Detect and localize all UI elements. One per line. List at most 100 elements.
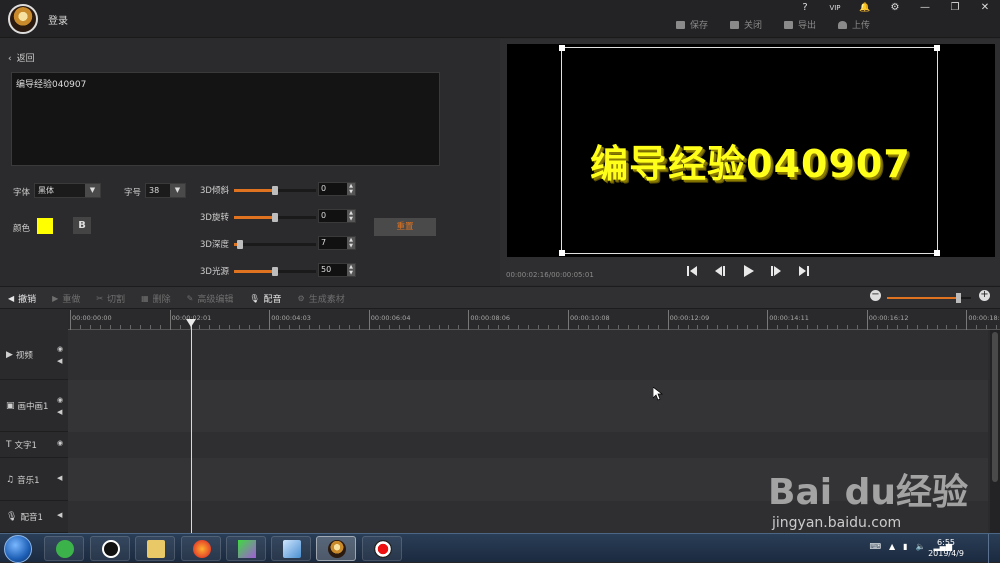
toolbar-trash-button[interactable]: ▦ 删除	[141, 292, 171, 305]
slider-track[interactable]	[234, 186, 316, 195]
track-header[interactable]: ▣ 画中画1 ◉ ◀	[0, 380, 68, 432]
export-button[interactable]: 导出	[783, 18, 816, 31]
slider-knob[interactable]	[272, 186, 278, 195]
ruler-minor-tick	[388, 325, 390, 329]
value-stepper[interactable]: 0 ▲ ▼	[318, 182, 356, 196]
close-button[interactable]: ✕	[970, 0, 1000, 16]
stepper-arrows-icon[interactable]: ▲ ▼	[347, 264, 355, 276]
zoom-slider[interactable]	[887, 293, 971, 303]
resize-handle[interactable]	[934, 45, 940, 51]
eye-icon[interactable]: ◉	[57, 439, 63, 447]
keyboard-icon[interactable]: ⌨	[869, 542, 881, 551]
toolbar-microphone-button[interactable]: 🎙 配音	[249, 292, 281, 305]
eye-icon[interactable]: ◉	[57, 345, 63, 353]
reset-button[interactable]: 重置	[374, 218, 436, 236]
track-lane[interactable]	[68, 380, 988, 432]
toolbar-redo-button[interactable]: ▶ 重做	[52, 292, 80, 305]
zoom-out-button[interactable]: −	[870, 290, 881, 301]
bell-icon[interactable]: 🔔	[850, 0, 880, 16]
color-swatch[interactable]	[37, 218, 53, 234]
taskbar-app-explorer[interactable]	[135, 536, 175, 561]
slider-knob[interactable]	[272, 213, 278, 222]
taskbar-app-360[interactable]	[44, 536, 84, 561]
timeline-scrollbar[interactable]	[990, 330, 1000, 533]
slider-track[interactable]	[234, 267, 316, 276]
toolbar-item-label: 重做	[62, 295, 81, 305]
slider-track[interactable]	[234, 213, 316, 222]
help-button[interactable]: ?	[790, 0, 820, 16]
toolbar-edit-button[interactable]: ✎ 高级编辑	[187, 292, 234, 305]
resize-handle[interactable]	[934, 250, 940, 256]
stepper-arrows-icon[interactable]: ▲ ▼	[347, 210, 355, 222]
play-icon[interactable]	[742, 265, 754, 277]
bold-button[interactable]: B	[73, 217, 91, 234]
zoom-slider-knob[interactable]	[956, 293, 962, 303]
resize-handle[interactable]	[559, 45, 565, 51]
track-header[interactable]: 🎙 配音1 ◀	[0, 501, 68, 533]
upload-button[interactable]: 上传	[837, 18, 870, 31]
skip-start-icon[interactable]	[686, 265, 698, 277]
eye-icon[interactable]: ◉	[57, 396, 63, 404]
login-button[interactable]: 登录	[48, 12, 68, 27]
taskbar-app-player[interactable]	[226, 536, 266, 561]
track-header[interactable]: T 文字1 ◉	[0, 432, 68, 458]
resize-handle[interactable]	[559, 250, 565, 256]
gear-icon[interactable]: ⚙	[880, 0, 910, 16]
step-back-icon[interactable]	[714, 265, 726, 277]
taskbar-app-tool[interactable]	[271, 536, 311, 561]
value-stepper[interactable]: 50 ▲ ▼	[318, 263, 356, 277]
value-stepper[interactable]: 7 ▲ ▼	[318, 236, 356, 250]
scrollbar-thumb[interactable]	[992, 332, 998, 482]
zoom-in-button[interactable]: +	[979, 290, 990, 301]
speaker-icon[interactable]: ◀	[57, 357, 62, 365]
toolbar-scissors-button[interactable]: ✂ 切割	[96, 292, 125, 305]
toolbar-generate-button[interactable]: ⚙ 生成素材	[298, 292, 345, 305]
vip-button[interactable]: VIP	[820, 0, 850, 16]
tray-expand-icon[interactable]: ▲	[889, 542, 895, 551]
generate-icon: ⚙	[297, 294, 305, 303]
step-forward-icon[interactable]	[770, 265, 782, 277]
timeline-ruler[interactable]: 00:00:00:00 00:00:02:01 00:00:04:03 00:00:0…	[68, 310, 1000, 330]
start-button[interactable]	[4, 535, 32, 563]
playhead-line[interactable]	[191, 319, 192, 533]
taskbar-app-qq[interactable]	[90, 536, 130, 561]
taskbar-app-firefox[interactable]	[181, 536, 221, 561]
speaker-icon[interactable]: ◀	[57, 408, 62, 416]
slider-knob[interactable]	[272, 267, 278, 276]
taskbar-app-recorder[interactable]	[362, 536, 402, 561]
stepper-arrows-icon[interactable]: ▲ ▼	[347, 183, 355, 195]
toolbar-item-label: 撤销	[18, 295, 37, 305]
speaker-icon[interactable]: ◀	[57, 511, 62, 519]
subtitle-text-input[interactable]: 编导经验040907	[11, 72, 440, 166]
stepper-arrows-icon[interactable]: ▲ ▼	[347, 237, 355, 249]
save-button[interactable]: 保存	[675, 18, 708, 31]
show-desktop-button[interactable]	[988, 534, 1000, 563]
slider-label: 3D倾斜	[200, 186, 229, 196]
text-bounding-frame[interactable]: 编导经验040907	[559, 45, 940, 256]
speaker-icon[interactable]: ◀	[57, 474, 62, 482]
back-button[interactable]: ‹ 返回	[8, 51, 35, 64]
track-lane[interactable]	[68, 330, 988, 380]
slider-track[interactable]	[234, 240, 316, 249]
value-stepper[interactable]: 0 ▲ ▼	[318, 209, 356, 223]
edit-icon: ✎	[186, 294, 194, 303]
taskbar-app-editor[interactable]	[316, 536, 356, 561]
close-project-button[interactable]: 关闭	[729, 18, 762, 31]
minimize-button[interactable]: —	[910, 0, 940, 16]
slider-label: 3D旋转	[200, 213, 229, 223]
system-clock[interactable]: 6:55 2019/4/9	[928, 537, 964, 559]
ruler-minor-tick	[488, 325, 490, 329]
size-select[interactable]: 38 ▼	[145, 183, 186, 198]
track-header[interactable]: ▶ 视频 ◉ ◀	[0, 330, 68, 380]
battery-icon[interactable]: ▮	[903, 542, 907, 551]
track-header[interactable]: ♫ 音乐1 ◀	[0, 458, 68, 501]
volume-icon[interactable]: 🔈	[916, 542, 926, 551]
slider-knob[interactable]	[236, 240, 243, 249]
font-select[interactable]: 黑体 ▼	[34, 183, 101, 198]
playhead-handle[interactable]	[186, 319, 196, 327]
skip-end-icon[interactable]	[798, 265, 810, 277]
ruler-minor-tick	[647, 325, 649, 329]
slider-label: 3D深度	[200, 240, 229, 250]
toolbar-undo-button[interactable]: ◀ 撤销	[8, 292, 36, 305]
restore-button[interactable]: ❐	[940, 0, 970, 16]
